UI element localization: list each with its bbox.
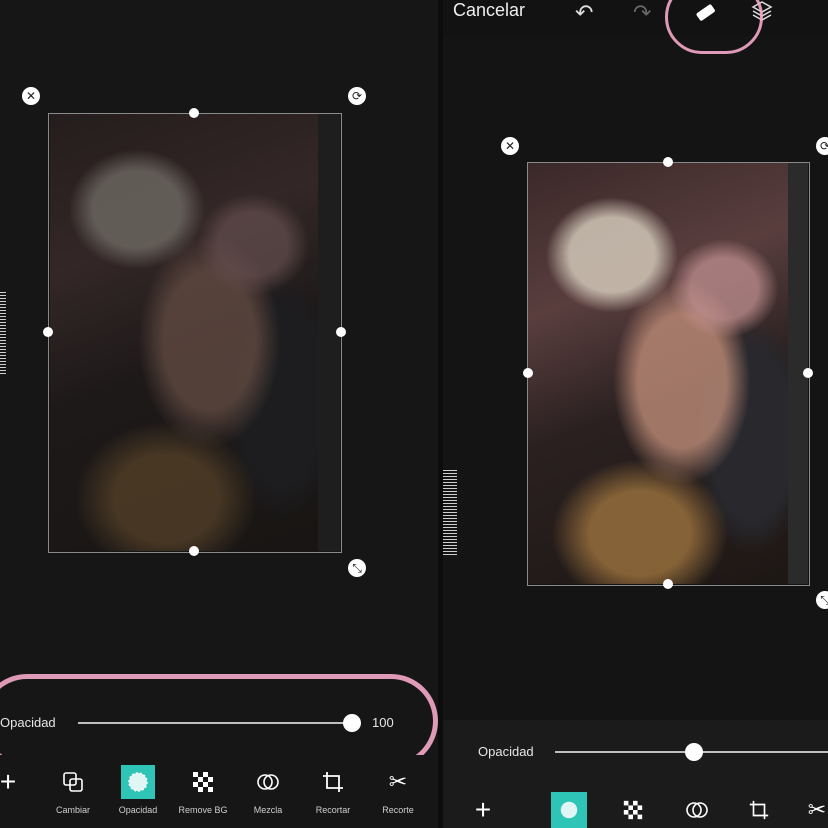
opacity-track[interactable] — [78, 722, 350, 724]
opacity-label: Opacidad — [478, 744, 534, 759]
resize-button[interactable]: ⤡ — [816, 591, 828, 609]
tool-opacidad[interactable]: Opacidad — [108, 765, 168, 815]
scissors-icon[interactable]: ✂ — [799, 792, 828, 828]
tool-label: Recorte — [382, 805, 414, 815]
tool-label: Opacidad — [118, 805, 158, 815]
handle-bottom[interactable] — [189, 546, 199, 556]
right-selection-frame[interactable] — [527, 162, 810, 586]
opacity-icon[interactable] — [551, 792, 587, 828]
opacity-label: Opacidad — [0, 715, 56, 730]
left-selection-frame[interactable] — [48, 113, 342, 553]
handle-right[interactable] — [336, 327, 346, 337]
tool-mezcla[interactable]: Mezcla — [238, 765, 298, 815]
handle-left[interactable] — [43, 327, 53, 337]
rotate-button[interactable]: ⟳ — [348, 87, 366, 105]
scissors-icon: ✂ — [388, 769, 408, 794]
tool-label: Cambiar — [55, 805, 90, 815]
left-toolbar: + Cambiar Opacidad Remove BG Mezcla Reco… — [0, 755, 438, 828]
handle-top[interactable] — [663, 157, 673, 167]
opacity-thumb[interactable] — [685, 743, 703, 761]
tool-add[interactable]: + — [0, 765, 38, 799]
delete-layer-button[interactable]: ✕ — [22, 87, 40, 105]
left-screenshot: ✕ ⟳ ⤡ Opacidad 100 + Cambiar Opacidad Re… — [0, 0, 438, 828]
blend-icon[interactable] — [679, 792, 715, 828]
tool-label: Recortar — [315, 805, 351, 815]
crop-icon — [316, 765, 350, 799]
top-bar: Cancelar ↶ ↷ — [443, 0, 828, 36]
right-ruler — [443, 469, 457, 555]
tool-label: Mezcla — [253, 805, 283, 815]
resize-button[interactable]: ⤡ — [348, 559, 366, 577]
handle-left[interactable] — [523, 368, 533, 378]
redo-icon[interactable]: ↷ — [633, 0, 651, 26]
swap-icon — [56, 765, 90, 799]
tool-recortar[interactable]: Recortar — [303, 765, 363, 815]
plus-icon: + — [0, 766, 17, 797]
checker-icon[interactable] — [615, 792, 651, 828]
tool-cambiar[interactable]: Cambiar — [43, 765, 103, 815]
cancel-button[interactable]: Cancelar — [453, 0, 525, 21]
checker-icon — [186, 765, 220, 799]
opacity-icon — [121, 765, 155, 799]
right-bottom-bar: Opacidad + ✂ — [443, 720, 828, 828]
blend-icon — [251, 765, 285, 799]
left-ruler — [0, 290, 6, 374]
opacity-thumb[interactable] — [343, 714, 361, 732]
rotate-button[interactable]: ⟳ — [816, 137, 828, 155]
tool-recorte[interactable]: ✂ Recorte — [368, 765, 428, 815]
delete-layer-button[interactable]: ✕ — [501, 137, 519, 155]
handle-top[interactable] — [189, 108, 199, 118]
tool-removebg[interactable]: Remove BG — [173, 765, 233, 815]
undo-icon[interactable]: ↶ — [575, 0, 593, 26]
plus-icon[interactable]: + — [465, 792, 501, 828]
handle-right[interactable] — [803, 368, 813, 378]
right-screenshot: Cancelar ↶ ↷ ✕ ⟳ ⤡ Opacidad + ✂ — [443, 0, 828, 828]
handle-bottom[interactable] — [663, 579, 673, 589]
crop-icon[interactable] — [741, 792, 777, 828]
opacity-value: 100 — [372, 715, 394, 730]
annotation-circle-eraser — [665, 0, 763, 54]
tool-label: Remove BG — [178, 805, 228, 815]
